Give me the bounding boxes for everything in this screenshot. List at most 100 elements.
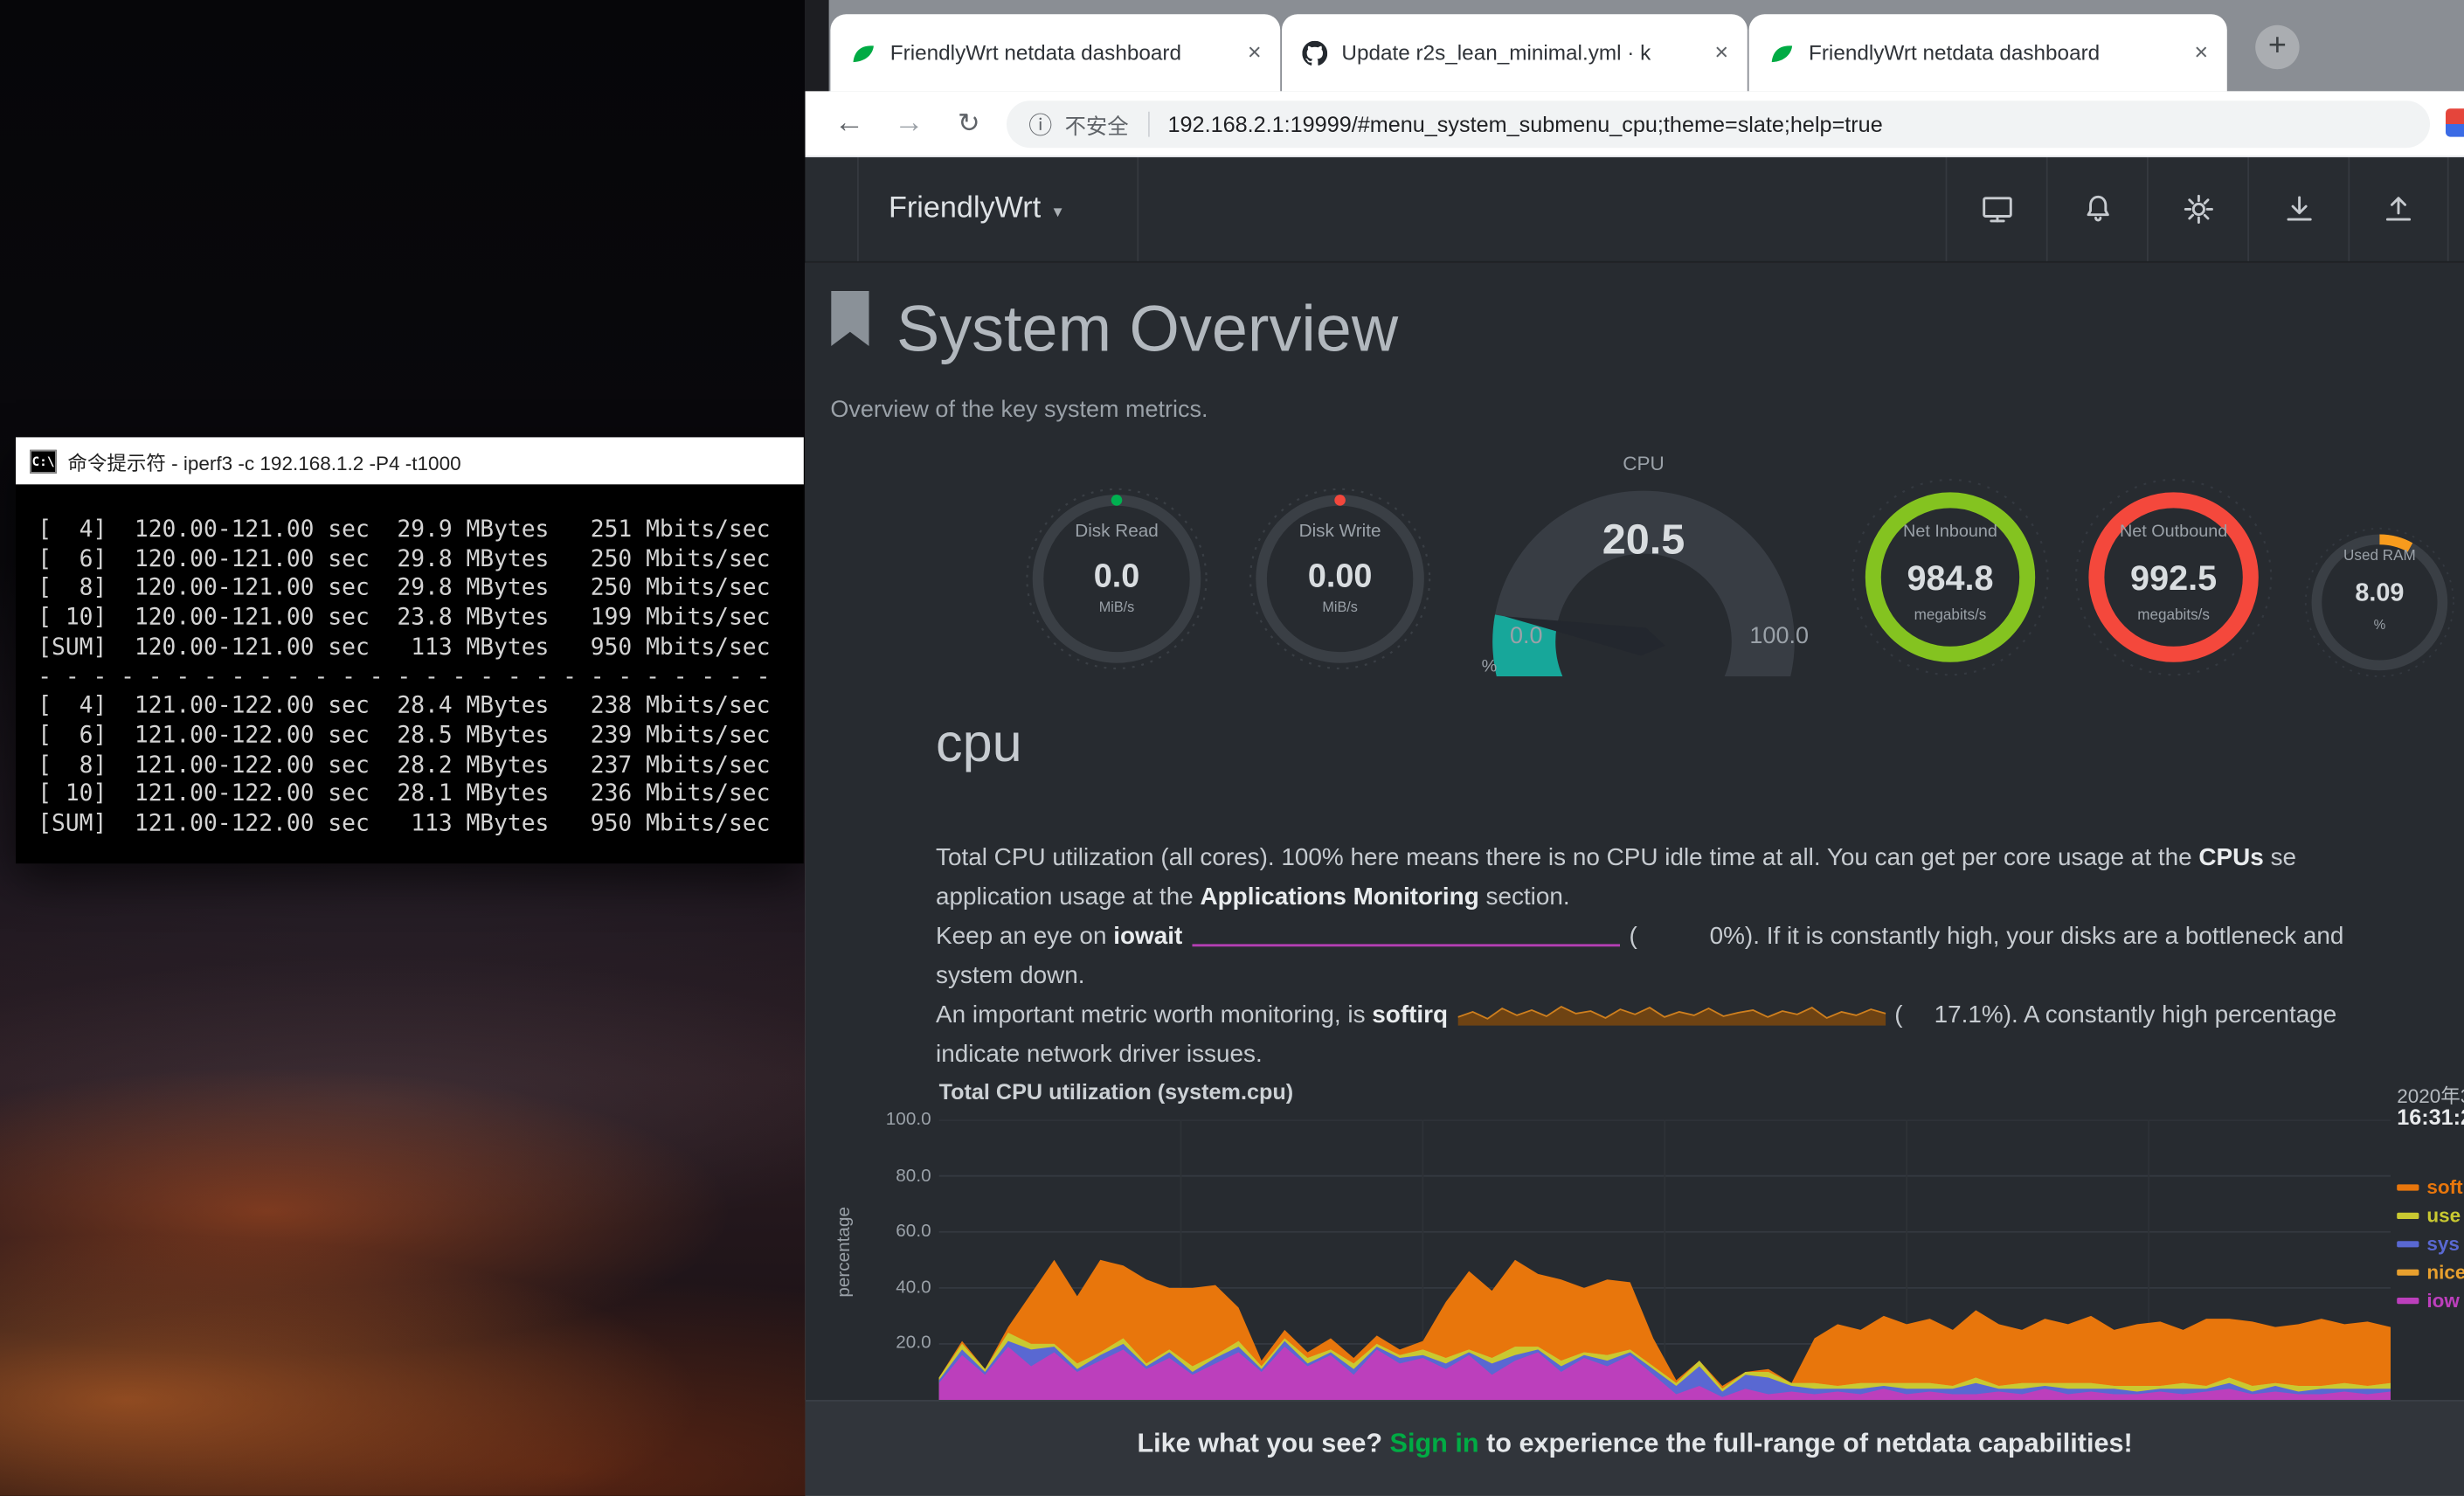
navbar-divider: [1137, 157, 1139, 261]
terminal-output: [ 4] 120.00-121.00 sec 29.9 MBytes 251 M…: [38, 516, 804, 839]
text: application usage at the: [936, 884, 1200, 911]
gauge-unit: %: [2293, 617, 2464, 633]
forward-button[interactable]: →: [887, 102, 931, 146]
iowait-value: 0%: [1710, 924, 1745, 951]
settings-button[interactable]: [2147, 157, 2247, 261]
host-dropdown[interactable]: FriendlyWrt▾: [889, 157, 1062, 261]
gauge-label: CPU: [1466, 453, 1822, 474]
softirq-sparkline-chart[interactable]: [1457, 1002, 1886, 1028]
extension-icon[interactable]: [2446, 108, 2464, 136]
legend-item[interactable]: nice: [2397, 1258, 2464, 1286]
gauge-value: 0.0: [1014, 558, 1219, 596]
netdata-page: FriendlyWrt▾: [806, 157, 2464, 1496]
tab-close-icon[interactable]: ×: [1244, 41, 1264, 65]
gauge-label: Used RAM: [2293, 547, 2464, 564]
tab-strip: FriendlyWrt netdata dashboard × Update r…: [806, 0, 2464, 91]
omnibox-divider: [1147, 112, 1149, 137]
link-cpus[interactable]: CPUs: [2198, 845, 2263, 872]
browser-tab-3-active[interactable]: FriendlyWrt netdata dashboard ×: [1749, 14, 2227, 91]
tab-close-icon[interactable]: ×: [1712, 41, 1732, 65]
legend-swatch: [2397, 1213, 2419, 1219]
netdata-favicon-icon: [851, 40, 876, 66]
y-axis-tick: 40.0: [869, 1278, 931, 1298]
gauge-unit: MiB/s: [1014, 599, 1219, 615]
import-snapshot-button[interactable]: [2247, 157, 2348, 261]
legend-label: iow: [2426, 1290, 2460, 1312]
gauge-value: 0.00: [1238, 558, 1443, 596]
terminal-title: 命令提示符 - iperf3 -c 192.168.1.2 -P4 -t1000: [67, 446, 460, 475]
terminal-body: [ 4] 120.00-121.00 sec 29.9 MBytes 251 M…: [16, 484, 804, 863]
new-tab-button[interactable]: +: [2255, 25, 2299, 69]
legend-swatch: [2397, 1241, 2419, 1247]
text: Total CPU utilization (all cores). 100% …: [936, 845, 2198, 872]
cpu-description-line: An important metric worth monitoring, is…: [936, 1002, 2464, 1030]
address-bar[interactable]: ⓘ 不安全 192.168.2.1:19999/#menu_system_sub…: [1007, 100, 2430, 148]
netdata-favicon-icon: [1769, 40, 1795, 66]
gauge-net-outbound[interactable]: Net Outbound 992.5 megabits/s: [2064, 462, 2284, 698]
terminal-window[interactable]: C:\ 命令提示符 - iperf3 -c 192.168.1.2 -P4 -t…: [16, 437, 804, 863]
softirq-value: 17.1%: [1935, 1002, 2004, 1029]
tab-title: Update r2s_lean_minimal.yml · k: [1341, 41, 1697, 65]
legend-item[interactable]: iow: [2397, 1286, 2464, 1314]
terminal-titlebar[interactable]: C:\ 命令提示符 - iperf3 -c 192.168.1.2 -P4 -t…: [16, 437, 804, 484]
browser-toolbar: ← → ↻ ⓘ 不安全 192.168.2.1:19999/#menu_syst…: [806, 91, 2464, 157]
iowait-sparkline-chart[interactable]: [1192, 924, 1620, 949]
iowait-label: iowait: [1113, 924, 1182, 951]
gauge-label: Disk Read: [1014, 523, 1219, 542]
link-applications-monitoring[interactable]: Applications Monitoring: [1200, 884, 1478, 911]
cpu-description-line: Total CPU utilization (all cores). 100% …: [936, 845, 2464, 873]
gauge-label: Net Inbound: [1840, 523, 2060, 542]
gauge-cpu[interactable]: CPU 20.5 0.0 100.0 %: [1466, 453, 1822, 704]
gauge-disk-read[interactable]: Disk Read 0.0 MiB/s: [1014, 468, 1219, 703]
text: (: [1894, 1002, 1902, 1029]
bell-icon: [2080, 192, 2115, 227]
page-subtitle: Overview of the key system metrics.: [830, 397, 1208, 424]
text: ). If it is constantly high, your disks …: [1745, 924, 2343, 951]
gear-icon: [2181, 192, 2216, 227]
gauge-max: 100.0: [1749, 623, 1809, 650]
screen: C:\ 命令提示符 - iperf3 -c 192.168.1.2 -P4 -t…: [0, 0, 2464, 1496]
chart-legend: softusesysnice iow: [2397, 1174, 2464, 1315]
text: ). A constantly high percentage: [2004, 1002, 2337, 1029]
gauge-unit: megabits/s: [2064, 607, 2284, 625]
tab-title: FriendlyWrt netdata dashboard: [1809, 41, 2177, 65]
gauge-unit: megabits/s: [1840, 607, 2060, 625]
sign-in-link[interactable]: Sign in: [1390, 1428, 1479, 1458]
legend-swatch: [2397, 1270, 2419, 1276]
browser-window: FriendlyWrt netdata dashboard × Update r…: [806, 0, 2464, 1496]
site-info-icon[interactable]: ⓘ: [1028, 107, 1052, 141]
monitor-icon: [1979, 192, 2014, 227]
legend-item[interactable]: use: [2397, 1202, 2464, 1229]
legend-item[interactable]: sys: [2397, 1230, 2464, 1258]
cpu-utilization-chart[interactable]: [939, 1120, 2391, 1400]
legend-swatch: [2397, 1298, 2419, 1304]
reload-button[interactable]: ↻: [947, 102, 991, 146]
alarms-button[interactable]: [2046, 157, 2147, 261]
cpu-description-line: system down.: [936, 963, 2464, 991]
back-button[interactable]: ←: [827, 102, 871, 146]
text: Keep an eye on: [936, 924, 1113, 951]
section-title-cpu: cpu: [936, 714, 1022, 775]
print-mode-button[interactable]: [1946, 157, 2046, 261]
cpu-description-line: Keep an eye on iowait (0%). If it is cons…: [936, 924, 2464, 952]
text: (: [1629, 924, 1637, 951]
y-axis-tick: 20.0: [869, 1334, 931, 1354]
cmd-prompt-icon: C:\: [30, 449, 57, 473]
gauge-label: Net Outbound: [2064, 523, 2284, 542]
gauge-net-inbound[interactable]: Net Inbound 984.8 megabits/s: [1840, 462, 2060, 698]
gauge-value: 984.8: [1840, 558, 2060, 599]
text: An important metric worth monitoring, is: [936, 1002, 1372, 1029]
url-text[interactable]: 192.168.2.1:19999/#menu_system_submenu_c…: [1168, 112, 1883, 137]
gauge-unit: MiB/s: [1238, 599, 1443, 615]
gauge-used-ram[interactable]: Used RAM 8.09 %: [2293, 507, 2464, 711]
browser-tab-2[interactable]: Update r2s_lean_minimal.yml · k ×: [1282, 14, 1748, 91]
footer-text: to experience the full-range of netdata …: [1479, 1428, 2133, 1458]
gauge-disk-write[interactable]: Disk Write 0.00 MiB/s: [1238, 468, 1443, 703]
gauge-label: Disk Write: [1238, 523, 1443, 542]
y-axis-tick: 60.0: [869, 1222, 931, 1242]
tab-close-icon[interactable]: ×: [2191, 41, 2211, 65]
download-icon: [2281, 192, 2316, 227]
browser-tab-1[interactable]: FriendlyWrt netdata dashboard ×: [830, 14, 1280, 91]
export-snapshot-button[interactable]: [2348, 157, 2448, 261]
legend-item[interactable]: soft: [2397, 1174, 2464, 1202]
